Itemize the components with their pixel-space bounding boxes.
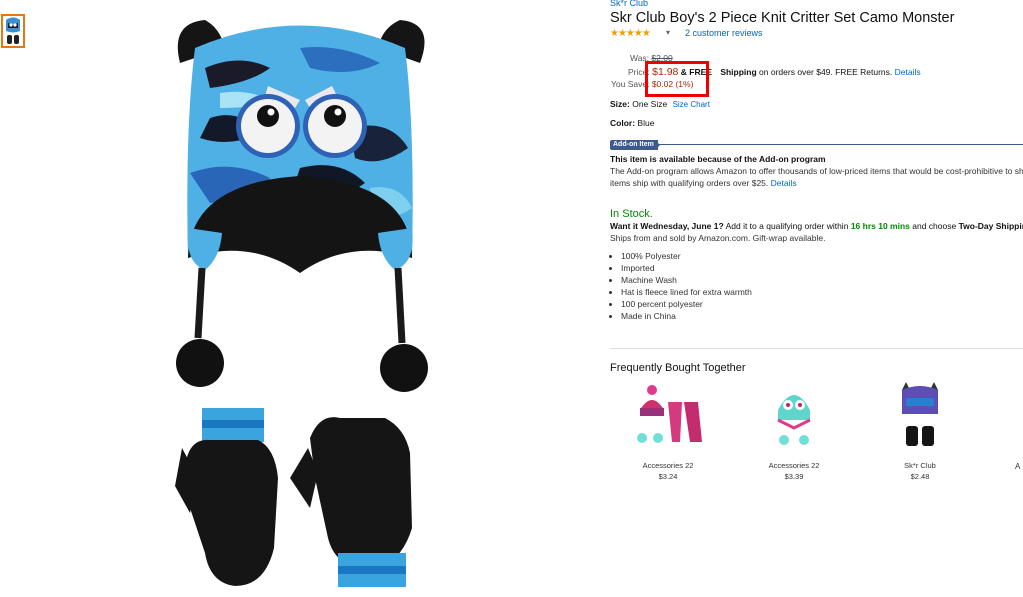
you-save-label: You Save: [611, 79, 650, 89]
fbt-product-image[interactable] [880, 380, 960, 452]
fbt-item-partial[interactable]: A [1015, 462, 1020, 471]
shipping-details-link[interactable]: Details [895, 67, 921, 77]
addon-badge-arrow [655, 140, 660, 150]
size-row: Size: One Size Size Chart [610, 99, 710, 109]
feature-bullet: 100 percent polyester [621, 298, 752, 310]
addon-description-line2: items ship with qualifying orders over $… [610, 178, 797, 188]
time-left: 16 hrs 10 mins [850, 221, 910, 231]
feature-bullet: 100% Polyester [621, 250, 752, 262]
shipping-text: on orders over $49. FREE Returns. [759, 67, 893, 77]
fbt-item[interactable]: Accessories 22 $3.39 [754, 380, 834, 482]
delivery-date: Want it Wednesday, June 1? [610, 221, 724, 231]
thumbnail-image[interactable] [1, 14, 25, 48]
fbt-item-price: $3.39 [784, 472, 804, 481]
fbt-item-name[interactable]: Accessories 22 [628, 460, 708, 471]
delivery-text: Add it to a qualifying order within [725, 221, 849, 231]
fbt-item-price: $3.24 [658, 472, 678, 481]
rating-stars-icon[interactable]: ★★★★★ [610, 28, 651, 39]
fbt-item-name[interactable]: Accessories 22 [754, 460, 834, 471]
customer-reviews-link[interactable]: 2 customer reviews [685, 28, 763, 38]
addon-badge: Add-on Item [610, 140, 658, 150]
brand-link[interactable]: Sk*r Club [610, 0, 648, 8]
fbt-item-name[interactable]: Sk*r Club [880, 460, 960, 471]
fbt-product-image[interactable] [628, 380, 708, 452]
size-value: One Size [632, 99, 668, 109]
product-title: Skr Club Boy's 2 Piece Knit Critter Set … [610, 10, 955, 26]
addon-divider [658, 144, 1023, 145]
addon-heading: This item is available because of the Ad… [610, 154, 826, 164]
in-stock-status: In Stock. [610, 208, 653, 220]
choose-text: and choose [912, 221, 957, 231]
feature-bullet: Made in China [621, 310, 752, 322]
fbt-item[interactable]: Sk*r Club $2.48 [880, 380, 960, 482]
delivery-estimate: Want it Wednesday, June 1? Add it to a q… [610, 221, 1023, 231]
ships-from-text: Ships from and sold by Amazon.com. Gift-… [610, 233, 826, 243]
color-value: Blue [637, 118, 655, 128]
fbt-title: Frequently Bought Together [610, 362, 746, 374]
size-label: Size: [610, 99, 630, 109]
feature-bullet: Hat is fleece lined for extra warmth [621, 286, 752, 298]
fbt-product-image[interactable] [754, 380, 834, 452]
chevron-down-icon[interactable]: ▾ [666, 28, 670, 37]
fbt-item[interactable]: Accessories 22 $3.24 [628, 380, 708, 482]
section-divider [610, 348, 1023, 349]
fbt-item-price: $2.48 [910, 472, 930, 481]
product-main-image [150, 8, 450, 592]
size-chart-link[interactable]: Size Chart [673, 100, 710, 109]
color-row: Color: Blue [610, 118, 654, 128]
shipping-option: Two-Day Shippin [958, 221, 1023, 231]
addon-description: The Add-on program allows Amazon to offe… [610, 166, 1023, 176]
color-label: Color: [610, 118, 636, 128]
feature-bullet: Imported [621, 262, 752, 274]
feature-bullet: Machine Wash [621, 274, 752, 286]
addon-details-link[interactable]: Details [771, 178, 797, 188]
addon-description-text: items ship with qualifying orders over $… [610, 178, 769, 188]
price-highlight-box [645, 61, 709, 97]
free-shipping-label: Shipping [720, 67, 757, 77]
feature-bullets: 100% Polyester Imported Machine Wash Hat… [608, 250, 752, 322]
